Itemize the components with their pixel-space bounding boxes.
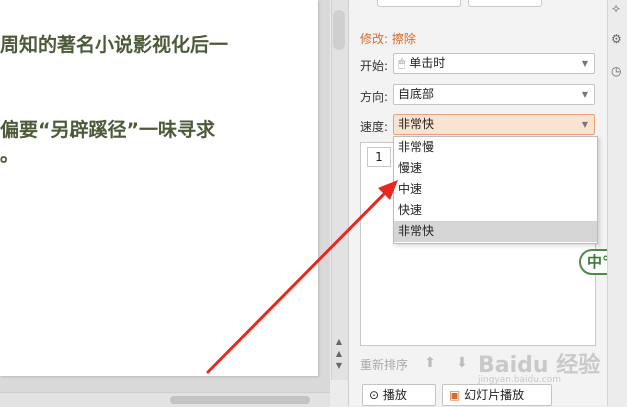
- speed-option-fast[interactable]: 快速: [394, 200, 597, 221]
- add-effect-button[interactable]: [377, 0, 461, 7]
- delete-effect-button[interactable]: [468, 0, 542, 7]
- scroll-up-arrow-icon[interactable]: ▲: [334, 338, 344, 346]
- start-select[interactable]: 🖱 单击时 ▼: [393, 53, 595, 74]
- slide-canvas[interactable]: 周知的著名小说影视化后一 偏要“另辟蹊径”一味寻求 。: [0, 0, 318, 376]
- chevron-down-icon: ▼: [581, 59, 588, 68]
- vertical-scroll-thumb[interactable]: [333, 10, 345, 50]
- history-icon[interactable]: ◷: [611, 64, 621, 78]
- slide-text-line-3[interactable]: 。: [0, 140, 19, 167]
- speed-dropdown-menu: 非常慢 慢速 中速 快速 非常快: [393, 136, 598, 244]
- speed-value: 非常快: [398, 117, 435, 131]
- speed-option-medium[interactable]: 中速: [394, 179, 597, 200]
- arrow-down-icon[interactable]: ⬇: [452, 352, 472, 374]
- animation-list-item-number[interactable]: 1: [367, 147, 391, 167]
- speed-label: 速度:: [360, 120, 389, 134]
- animation-tool-icon[interactable]: ✧: [611, 2, 621, 16]
- side-toolbar: [607, 0, 627, 406]
- arrow-up-icon[interactable]: ⬆: [420, 352, 440, 374]
- speed-option-very-fast[interactable]: 非常快: [394, 221, 597, 242]
- speed-option-very-slow[interactable]: 非常慢: [394, 137, 597, 158]
- start-value: 单击时: [409, 56, 446, 70]
- vertical-scrollbar[interactable]: [331, 0, 348, 380]
- play-icon: ⊙: [369, 388, 380, 402]
- direction-select[interactable]: 自底部 ▼: [393, 84, 595, 105]
- reorder-label: 重新排序: [360, 358, 409, 372]
- play-button[interactable]: ⊙ 播放: [362, 384, 436, 406]
- speed-select[interactable]: 非常快 ▼: [393, 114, 595, 135]
- slideshow-button[interactable]: ▣ 幻灯片播放: [442, 384, 552, 406]
- chevron-down-icon: ▼: [581, 120, 588, 129]
- page-up-icon[interactable]: ▲: [334, 350, 344, 358]
- horizontal-scroll-thumb[interactable]: [170, 396, 310, 404]
- slide-text-line-2[interactable]: 偏要“另辟蹊径”一味寻求: [0, 115, 215, 142]
- settings-icon[interactable]: ⚙: [611, 32, 622, 46]
- start-label: 开始:: [360, 59, 389, 73]
- effect-title: 修改: 擦除: [360, 32, 416, 46]
- mouse-icon: 🖱: [398, 56, 406, 70]
- slideshow-button-label: 幻灯片播放: [464, 388, 525, 402]
- play-button-label: 播放: [382, 388, 407, 402]
- direction-label: 方向:: [360, 90, 389, 104]
- direction-value: 自底部: [398, 87, 435, 101]
- page-down-icon[interactable]: ▼: [334, 362, 344, 370]
- speed-option-slow[interactable]: 慢速: [394, 158, 597, 179]
- slideshow-icon: ▣: [449, 388, 461, 402]
- slide-text-line-1[interactable]: 周知的著名小说影视化后一: [0, 30, 228, 57]
- chevron-down-icon: ▼: [581, 90, 588, 99]
